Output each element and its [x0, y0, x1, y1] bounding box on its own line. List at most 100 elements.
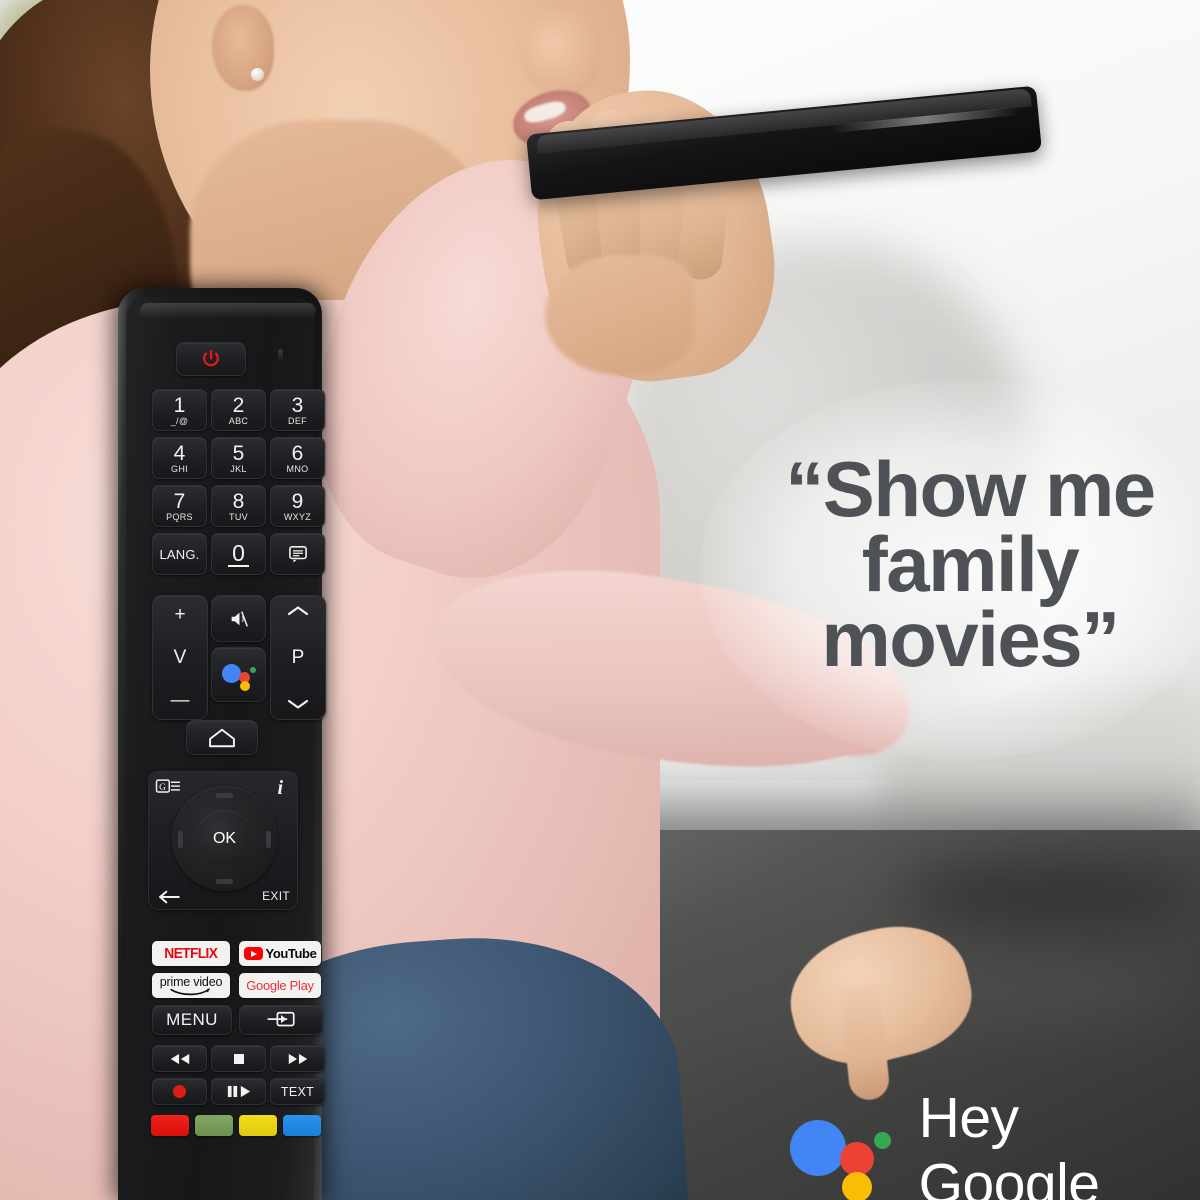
lang-button[interactable]: LANG. [152, 533, 207, 575]
netflix-label: NETFLIX [164, 945, 218, 962]
mute-button[interactable] [211, 595, 266, 642]
key-0-number: 0 [228, 541, 249, 567]
rewind-button[interactable] [152, 1045, 207, 1072]
key-9[interactable]: 9 WXYZ [270, 485, 325, 527]
key-2-number: 2 [232, 393, 245, 417]
key-8-sub: TUV [229, 511, 248, 522]
color-key-yellow[interactable] [239, 1115, 277, 1136]
volume-rocker[interactable]: + V — [152, 595, 208, 720]
prime-video-button[interactable]: prime video [152, 973, 230, 998]
hey-google-lockup: Hey Google [790, 1085, 1200, 1200]
text-button[interactable]: TEXT [270, 1078, 325, 1105]
key-5-sub: JKL [230, 463, 247, 474]
source-button[interactable] [239, 1005, 323, 1035]
key-9-sub: WXYZ [283, 511, 312, 522]
assistant-dot-red [840, 1142, 874, 1176]
key-6[interactable]: 6 MNO [270, 437, 325, 479]
back-button[interactable] [157, 889, 181, 905]
google-assistant-icon [790, 1108, 893, 1200]
assistant-dot-blue [790, 1120, 846, 1176]
svg-text:G: G [159, 783, 166, 793]
key-4-number: 4 [173, 441, 186, 465]
key-1[interactable]: 1 _/@ [152, 389, 207, 431]
earring [251, 68, 264, 81]
remote-faceplate: 1 _/@ 2 ABC 3 DEF 4 GHI 5 JKL 6 MNO 7 PQ… [126, 297, 326, 1200]
tv-remote-control: 1 _/@ 2 ABC 3 DEF 4 GHI 5 JKL 6 MNO 7 PQ… [118, 288, 326, 1200]
power-button[interactable] [176, 342, 246, 376]
record-icon [173, 1085, 186, 1098]
dpad-left[interactable] [178, 831, 183, 848]
chevron-down-icon [287, 699, 309, 709]
key-1-number: 1 [173, 393, 186, 417]
home-button[interactable] [186, 720, 258, 755]
subtitle-button[interactable] [270, 533, 325, 575]
assistant-dot-green [874, 1132, 891, 1149]
key-5[interactable]: 5 JKL [211, 437, 266, 479]
guide-icon-glyph: G [155, 779, 180, 793]
key-2-sub: ABC [228, 415, 249, 426]
palm [545, 255, 695, 375]
ear [212, 5, 274, 91]
subtitle-icon [288, 545, 307, 563]
key-5-number: 5 [232, 441, 245, 465]
assistant-dot-yellow [239, 680, 250, 691]
key-6-number: 6 [291, 441, 304, 465]
netflix-button[interactable]: NETFLIX [152, 941, 230, 966]
quote-line-2: family [861, 519, 1080, 608]
youtube-button[interactable]: YouTube [239, 941, 321, 966]
key-8[interactable]: 8 TUV [211, 485, 266, 527]
dpad-up[interactable] [216, 793, 233, 798]
mute-icon [231, 610, 248, 627]
volume-label: V [173, 647, 187, 668]
program-label: P [291, 647, 305, 668]
assistant-dot-yellow [842, 1172, 872, 1200]
remote-top-highlight [140, 303, 316, 319]
navigation-pad[interactable]: G i EXIT OK [148, 771, 298, 910]
google-assistant-icon [221, 660, 256, 691]
home-icon [209, 728, 235, 747]
quote-line-3: movies” [821, 594, 1120, 683]
record-button[interactable] [152, 1078, 207, 1105]
exit-button[interactable]: EXIT [262, 889, 290, 903]
back-arrow-icon [159, 890, 180, 904]
dpad-down[interactable] [216, 879, 233, 884]
youtube-play-icon [243, 947, 263, 960]
text-label: TEXT [280, 1084, 315, 1099]
key-9-number: 9 [291, 489, 304, 513]
chevron-up-icon [287, 606, 309, 616]
color-key-green[interactable] [195, 1115, 233, 1136]
youtube-label: YouTube [265, 946, 317, 961]
key-2[interactable]: 2 ABC [211, 389, 266, 431]
key-6-sub: MNO [286, 463, 309, 474]
assistant-dot-blue [221, 663, 241, 683]
key-0[interactable]: 0 [211, 533, 266, 575]
key-3[interactable]: 3 DEF [270, 389, 325, 431]
fast-forward-button[interactable] [270, 1045, 325, 1072]
play-pause-button[interactable] [211, 1078, 266, 1105]
quote-line-1: “Show me [785, 445, 1156, 533]
google-assistant-button[interactable] [211, 647, 266, 702]
color-key-red[interactable] [151, 1115, 189, 1136]
nose [520, 10, 600, 96]
play-pause-icon [227, 1085, 250, 1098]
ok-button[interactable]: OK [196, 810, 253, 867]
stop-button[interactable] [211, 1045, 266, 1072]
menu-label: MENU [166, 1010, 218, 1029]
menu-button[interactable]: MENU [152, 1005, 232, 1035]
program-rocker[interactable]: P [270, 595, 326, 720]
key-1-sub: _/@ [170, 415, 189, 426]
volume-down-label: — [170, 690, 190, 711]
lang-label: LANG. [159, 546, 200, 562]
dpad-right[interactable] [266, 831, 271, 848]
info-button[interactable]: i [277, 777, 283, 800]
key-4-sub: GHI [171, 463, 188, 474]
key-7[interactable]: 7 PQRS [152, 485, 207, 527]
amazon-smile-icon [170, 987, 210, 995]
google-play-button[interactable]: Google Play [239, 973, 321, 998]
key-8-number: 8 [232, 489, 245, 513]
guide-icon[interactable]: G [155, 778, 181, 795]
key-4[interactable]: 4 GHI [152, 437, 207, 479]
voice-command-quote: “Show me family movies” [760, 445, 1180, 683]
fast-forward-icon [288, 1053, 307, 1064]
color-key-blue[interactable] [283, 1115, 321, 1136]
